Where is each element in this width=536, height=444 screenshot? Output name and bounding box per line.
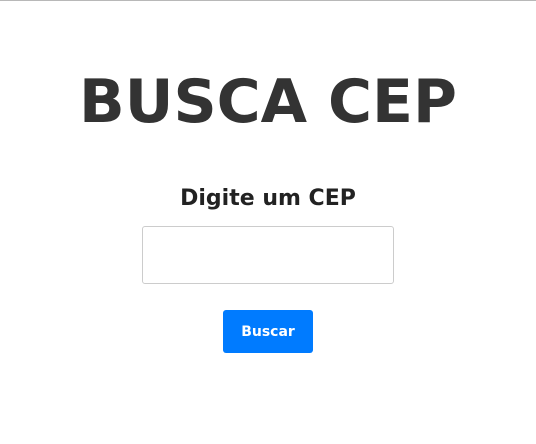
- page: BUSCA CEP Digite um CEP Buscar: [0, 0, 536, 444]
- cep-input[interactable]: [142, 226, 394, 284]
- page-title: BUSCA CEP: [78, 67, 458, 138]
- top-divider: [0, 0, 536, 1]
- cep-search-form: Digite um CEP Buscar: [0, 185, 536, 353]
- search-button[interactable]: Buscar: [223, 310, 313, 353]
- cep-label: Digite um CEP: [180, 186, 356, 211]
